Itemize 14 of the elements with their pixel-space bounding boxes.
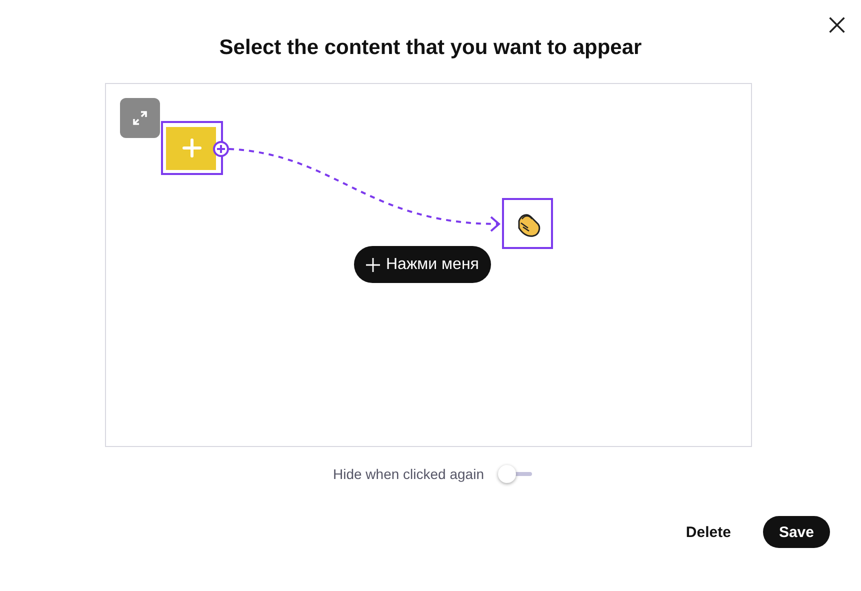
toggle-switch[interactable] (498, 464, 532, 484)
expand-icon (132, 110, 148, 126)
target-frame[interactable] (502, 198, 553, 249)
close-icon[interactable] (828, 16, 846, 34)
plus-icon (366, 258, 380, 272)
plus-icon (182, 138, 202, 158)
expand-button[interactable] (120, 98, 160, 138)
toggle-label: Hide when clicked again (333, 466, 484, 482)
hotspot-block[interactable] (161, 121, 223, 175)
press-me-button[interactable]: Нажми меня (354, 246, 491, 283)
save-button[interactable]: Save (762, 516, 830, 548)
delete-button[interactable]: Delete (670, 516, 747, 548)
add-connection-handle[interactable] (213, 141, 229, 157)
dialog-title: Select the content that you want to appear (219, 35, 642, 61)
